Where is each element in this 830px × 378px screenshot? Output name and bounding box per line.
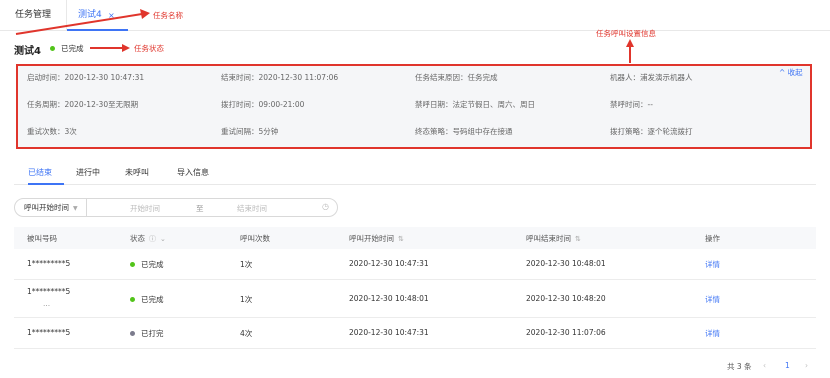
tab-finished[interactable]: 已结束 bbox=[28, 167, 52, 178]
cell-count: 1次 bbox=[240, 260, 253, 269]
clock-icon[interactable]: ◷ bbox=[322, 202, 329, 211]
tab-import-info[interactable]: 导入信息 bbox=[177, 167, 209, 178]
column-header-start-time[interactable]: 呼叫开始时间 ⇅ bbox=[349, 233, 404, 244]
info-start-time: 启动时间：2020-12-30 10:47:31 bbox=[27, 73, 145, 82]
info-robot: 机器人：浦发演示机器人 bbox=[610, 73, 693, 82]
cell-status: 已完成 bbox=[130, 259, 164, 270]
info-final-strategy: 终态策略：号码组中存在接通 bbox=[415, 127, 513, 136]
cell-status-label: 已打完 bbox=[141, 329, 164, 338]
active-tab-indicator bbox=[28, 183, 64, 185]
cell-status: 已完成 bbox=[130, 294, 164, 305]
chevron-down-icon: ▼ bbox=[73, 205, 78, 212]
annotation-task-status: 任务状态 bbox=[134, 44, 164, 53]
cell-end-time: 2020-12-30 10:48:20 bbox=[526, 294, 606, 303]
table-header: 被叫号码 状态 ⓘ ⌄ 呼叫次数 呼叫开始时间 ⇅ 呼叫结束时间 ⇅ 操作 bbox=[14, 227, 816, 249]
cell-end-time: 2020-12-30 10:48:01 bbox=[526, 259, 606, 268]
cell-number: 1*********5 bbox=[27, 328, 71, 337]
cell-count: 4次 bbox=[240, 329, 253, 338]
status-dot-icon bbox=[130, 330, 135, 336]
status-dot-icon bbox=[50, 45, 55, 51]
status-dot-icon bbox=[130, 261, 135, 267]
column-header-action: 操作 bbox=[705, 234, 720, 243]
info-dial-time: 拨打时间：09:00-21:00 bbox=[221, 100, 305, 109]
info-blocked-dates: 禁呼日期：法定节假日、周六、周日 bbox=[415, 100, 535, 109]
sort-icon[interactable]: ⇅ bbox=[398, 235, 404, 243]
column-header-count: 呼叫次数 bbox=[240, 234, 270, 243]
column-header-status-label: 状态 bbox=[130, 234, 145, 243]
result-tabs: 已结束 进行中 未呼叫 导入信息 bbox=[14, 162, 816, 185]
info-period: 任务周期：2020-12-30至无限期 bbox=[27, 100, 139, 109]
time-field-select-label: 呼叫开始时间 bbox=[24, 203, 69, 212]
prev-page-button[interactable]: ‹ bbox=[763, 361, 766, 370]
help-icon: ⓘ bbox=[149, 235, 156, 243]
tab-not-called[interactable]: 未呼叫 bbox=[125, 167, 149, 178]
end-time-input[interactable]: 结束时间 bbox=[237, 203, 267, 214]
cell-number-more[interactable]: ... bbox=[43, 299, 50, 308]
task-status: 已完成 bbox=[50, 43, 84, 54]
cell-number: 1*********5 bbox=[27, 287, 71, 296]
detail-link[interactable]: 详情 bbox=[705, 259, 720, 270]
time-field-select[interactable]: 呼叫开始时间 ▼ bbox=[15, 199, 87, 216]
column-header-end-time-label: 呼叫结束时间 bbox=[526, 234, 571, 243]
status-dot-icon bbox=[130, 296, 135, 302]
column-header-status[interactable]: 状态 ⓘ ⌄ bbox=[130, 233, 166, 244]
annotation-arrow-name bbox=[15, 9, 150, 35]
pagination-total: 共 3 条 bbox=[727, 362, 752, 371]
detail-link[interactable]: 详情 bbox=[705, 294, 720, 305]
table-row: 1*********5 已打完 4次 2020-12-30 10:47:31 2… bbox=[14, 318, 816, 349]
task-title: 测试4 bbox=[14, 46, 41, 57]
cell-start-time: 2020-12-30 10:47:31 bbox=[349, 259, 429, 268]
info-retry-count: 重试次数：3次 bbox=[27, 127, 77, 136]
table-row: 1*********5 ... 已完成 1次 2020-12-30 10:48:… bbox=[14, 280, 816, 318]
cell-start-time: 2020-12-30 10:47:31 bbox=[349, 328, 429, 337]
info-dial-strategy: 拨打策略：逐个轮流拨打 bbox=[610, 127, 693, 136]
start-time-input[interactable]: 开始时间 bbox=[130, 203, 160, 214]
table-row: 1*********5 已完成 1次 2020-12-30 10:47:31 2… bbox=[14, 249, 816, 280]
next-page-button[interactable]: › bbox=[805, 361, 808, 370]
annotation-arrow-status bbox=[90, 44, 130, 52]
info-retry-interval: 重试间隔：5分钟 bbox=[221, 127, 279, 136]
detail-link[interactable]: 详情 bbox=[705, 328, 720, 339]
cell-start-time: 2020-12-30 10:48:01 bbox=[349, 294, 429, 303]
cell-count: 1次 bbox=[240, 295, 253, 304]
filter-chevron-icon[interactable]: ⌄ bbox=[160, 235, 166, 243]
cell-status-label: 已完成 bbox=[141, 295, 164, 304]
cell-number: 1*********5 bbox=[27, 259, 71, 268]
annotation-task-name: 任务名称 bbox=[153, 11, 183, 20]
cell-status-label: 已完成 bbox=[141, 260, 164, 269]
collapse-button[interactable]: ^ 收起 bbox=[779, 67, 803, 78]
time-range-filter: 呼叫开始时间 ▼ 开始时间 至 结束时间 ◷ bbox=[14, 198, 338, 217]
column-header-number: 被叫号码 bbox=[27, 234, 57, 243]
info-blocked-time: 禁呼时间：-- bbox=[610, 100, 653, 109]
column-header-end-time[interactable]: 呼叫结束时间 ⇅ bbox=[526, 233, 581, 244]
sort-icon[interactable]: ⇅ bbox=[575, 235, 581, 243]
info-end-time: 结束时间：2020-12-30 11:07:06 bbox=[221, 73, 339, 82]
cell-status: 已打完 bbox=[130, 328, 164, 339]
info-end-reason: 任务结束原因：任务完成 bbox=[415, 73, 498, 82]
annotation-arrow-settings bbox=[626, 39, 634, 63]
task-status-label: 已完成 bbox=[61, 44, 84, 53]
column-header-start-time-label: 呼叫开始时间 bbox=[349, 234, 394, 243]
page-number-button[interactable]: 1 bbox=[785, 361, 790, 370]
range-separator: 至 bbox=[196, 204, 204, 213]
tab-in-progress[interactable]: 进行中 bbox=[76, 167, 100, 178]
cell-end-time: 2020-12-30 11:07:06 bbox=[526, 328, 606, 337]
